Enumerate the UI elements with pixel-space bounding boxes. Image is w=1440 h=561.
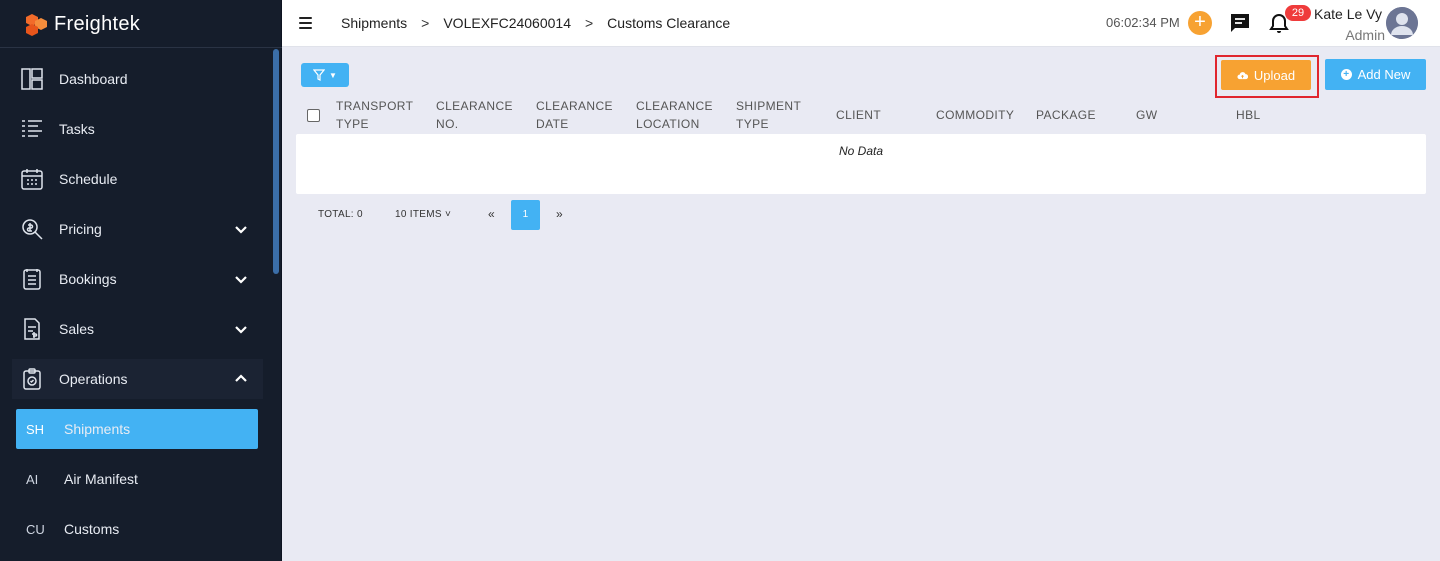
previous-page-button[interactable]: «	[488, 207, 495, 221]
page-size-select[interactable]: 10 ITEMS ˅	[395, 209, 451, 220]
page-size-label: 10 ITEMS	[395, 209, 442, 220]
menu-toggle-icon[interactable]	[299, 17, 312, 29]
sidebar: Freightek Dashboard Tasks Schedule Prici…	[0, 0, 282, 561]
upload-button[interactable]: Upload	[1221, 60, 1311, 90]
sidebar-item-operations[interactable]: Operations	[12, 359, 263, 399]
add-new-button-label: Add New	[1357, 67, 1411, 82]
sidebar-item-schedule[interactable]: Schedule	[12, 159, 263, 199]
sales-icon	[20, 317, 44, 341]
user-name: Kate Le Vy	[1314, 6, 1382, 22]
sidebar-item-label: Tasks	[59, 121, 95, 137]
breadcrumb-separator: >	[584, 15, 594, 31]
plus-circle-icon: +	[1340, 69, 1352, 80]
sidebar-item-sales[interactable]: Sales	[12, 309, 263, 349]
sidebar-subitem-label: Air Manifest	[64, 471, 138, 487]
quick-add-button[interactable]: +	[1188, 11, 1212, 35]
chevron-down-icon[interactable]	[233, 271, 249, 287]
chevron-down-icon: ▼	[329, 70, 337, 80]
chevron-down-icon[interactable]	[233, 321, 249, 337]
sidebar-item-label: Schedule	[59, 171, 118, 187]
table-header: TRANSPORT TYPE CLEARANCE NO. CLEARANCE D…	[296, 96, 1426, 134]
sidebar-subitem-shipments[interactable]: SH Shipments	[16, 409, 258, 449]
sidebar-item-label: Operations	[59, 371, 128, 387]
chat-icon[interactable]	[1229, 12, 1251, 34]
add-new-button[interactable]: + Add New	[1325, 59, 1426, 90]
dashboard-icon	[20, 67, 44, 91]
sidebar-item-label: Sales	[59, 321, 95, 337]
bookings-icon	[20, 267, 44, 291]
breadcrumb-shipment-id[interactable]: VOLEXFC24060014	[443, 15, 571, 31]
sidebar-item-label: Bookings	[59, 271, 117, 287]
column-header-transport-type[interactable]: TRANSPORT TYPE	[336, 96, 426, 134]
column-header-clearance-no[interactable]: CLEARANCE NO.	[436, 96, 526, 134]
cloud-upload-icon	[1237, 71, 1248, 79]
next-page-button[interactable]: »	[556, 207, 563, 221]
breadcrumb: Shipments > VOLEXFC24060014 > Customs Cl…	[341, 15, 730, 31]
freightek-logo-icon	[26, 14, 47, 36]
breadcrumb-current: Customs Clearance	[607, 15, 731, 31]
pricing-icon	[20, 217, 44, 241]
sidebar-subitem-abbr: AI	[26, 471, 39, 487]
column-header-clearance-date[interactable]: CLEARANCE DATE	[536, 96, 626, 134]
sidebar-scrollbar[interactable]	[273, 49, 279, 274]
table-body: No Data	[296, 134, 1426, 194]
column-header-hbl[interactable]: HBL	[1236, 96, 1326, 134]
sidebar-divider	[0, 47, 282, 48]
chevron-down-icon: ˅	[444, 209, 452, 220]
chevron-up-icon[interactable]	[233, 371, 249, 387]
clock-display: 06:02:34 PM	[1106, 15, 1180, 30]
sidebar-item-label: Dashboard	[59, 71, 128, 87]
sidebar-item-dashboard[interactable]: Dashboard	[12, 59, 263, 99]
sidebar-item-label: Pricing	[59, 221, 102, 237]
sidebar-item-tasks[interactable]: Tasks	[12, 109, 263, 149]
brand-name: Freightek	[54, 12, 141, 35]
sidebar-subitem-abbr: CU	[26, 521, 45, 537]
column-header-clearance-location[interactable]: CLEARANCE LOCATION	[636, 96, 726, 134]
empty-state-text: No Data	[838, 144, 884, 158]
breadcrumb-separator: >	[421, 15, 430, 31]
column-header-shipment-type[interactable]: SHIPMENT TYPE	[736, 96, 826, 134]
upload-button-label: Upload	[1253, 67, 1296, 83]
page-number-button[interactable]: 1	[511, 200, 540, 230]
sidebar-subitem-label: Customs	[64, 521, 120, 537]
calendar-icon	[20, 167, 44, 191]
column-header-package[interactable]: PACKAGE	[1036, 96, 1126, 134]
sidebar-item-bookings[interactable]: Bookings	[12, 259, 263, 299]
chevron-down-icon[interactable]	[233, 221, 249, 237]
filter-button[interactable]: ▼	[301, 63, 349, 87]
sidebar-item-pricing[interactable]: Pricing	[12, 209, 263, 249]
sidebar-subitem-customs[interactable]: CU Customs	[16, 509, 258, 549]
sidebar-subitem-label: Shipments	[64, 421, 131, 437]
column-header-gw[interactable]: GW	[1136, 96, 1226, 134]
operations-icon	[20, 367, 44, 391]
total-count: TOTAL: 0	[318, 209, 363, 220]
notification-count-badge: 29	[1285, 5, 1311, 21]
column-header-client[interactable]: CLIENT	[836, 96, 926, 134]
sidebar-subitem-air-manifest[interactable]: AI Air Manifest	[16, 459, 258, 499]
column-header-commodity[interactable]: COMMODITY	[936, 96, 1026, 134]
brand-logo[interactable]: Freightek	[24, 10, 140, 38]
sidebar-subitem-abbr: SH	[26, 421, 45, 437]
breadcrumb-shipments[interactable]: Shipments	[341, 15, 407, 31]
avatar[interactable]	[1386, 7, 1418, 39]
select-all-checkbox[interactable]	[307, 109, 320, 122]
top-header: Shipments > VOLEXFC24060014 > Customs Cl…	[282, 0, 1440, 47]
user-role: Admin	[1345, 27, 1385, 43]
tasks-icon	[20, 117, 44, 141]
filter-icon	[313, 69, 326, 81]
